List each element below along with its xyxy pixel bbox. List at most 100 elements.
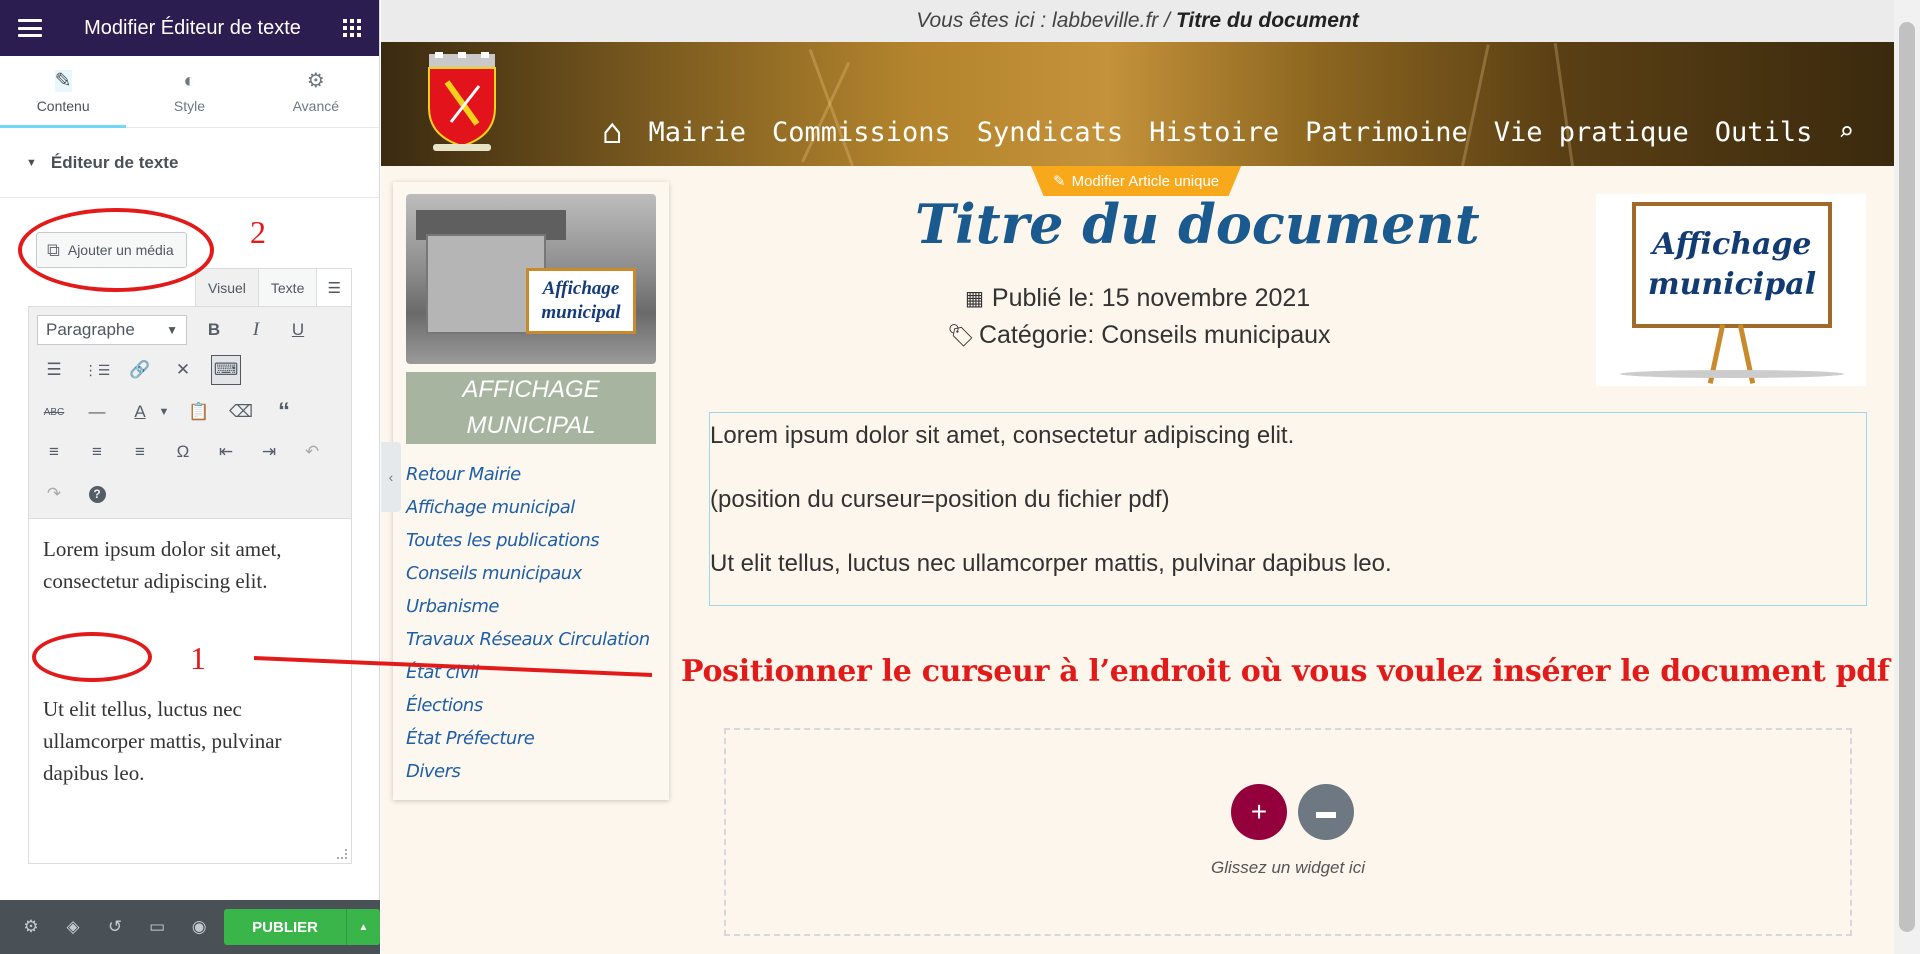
caret-down-icon: ▼ <box>26 156 37 169</box>
align-center-icon[interactable]: ≡ <box>82 437 112 467</box>
sidebar-link[interactable]: Travaux Réseaux Circulation <box>406 623 650 656</box>
bold-icon[interactable]: B <box>199 315 229 345</box>
align-left-icon[interactable]: ≡ <box>39 437 69 467</box>
sidebar-link[interactable]: Toutes les publications <box>406 524 650 557</box>
underline-icon[interactable]: U <box>283 315 313 345</box>
annotation-number-2: 2 <box>250 214 266 250</box>
settings-gear-icon[interactable]: ⚙ <box>10 917 52 937</box>
tab-visuel[interactable]: Visuel <box>195 268 259 306</box>
breadcrumb-prefix: Vous êtes ici : labbeville.fr / <box>916 9 1170 32</box>
photo-sign-line: Affichage <box>542 278 620 299</box>
sidebar-link[interactable]: Affichage municipal <box>406 491 650 524</box>
main-nav: ⌂ Mairie Commissions Syndicats Histoire … <box>602 112 1854 152</box>
tab-contenu[interactable]: ✎ Contenu <box>0 56 127 128</box>
tab-texte[interactable]: Texte <box>257 268 318 306</box>
responsive-mode-icon[interactable]: ▭ <box>136 917 178 937</box>
resize-handle-icon[interactable] <box>337 849 347 859</box>
nav-item-patrimoine[interactable]: Patrimoine <box>1305 117 1468 148</box>
panel-header: Modifier Éditeur de texte <box>0 0 379 56</box>
italic-icon[interactable]: I <box>241 315 271 345</box>
photo-sign: Affichage municipal <box>526 268 636 334</box>
calendar-icon: ▦ <box>965 288 984 310</box>
strikethrough-icon[interactable]: ABC <box>39 397 69 427</box>
editor-toolbar: Paragraphe ▼ B I U ☰ ⋮☰ 🔗 ✕ ⌨ ABC — A ▼ … <box>28 306 352 519</box>
outdent-icon[interactable]: ⇤ <box>211 437 241 467</box>
align-right-icon[interactable]: ≡ <box>125 437 155 467</box>
page-scrollbar[interactable] <box>1894 0 1920 954</box>
template-library-folder-icon[interactable]: ▬ <box>1298 784 1354 840</box>
pencil-icon: ✎ <box>54 69 72 92</box>
banner-line: MUNICIPAL <box>466 412 596 439</box>
sidebar-link[interactable]: État civil <box>406 656 650 689</box>
horizontal-rule-icon[interactable]: — <box>82 397 112 427</box>
layers-icon[interactable]: ◈ <box>52 917 94 937</box>
half-circle-icon: ◐ <box>183 69 196 92</box>
content-paragraph: (position du curseur=position du fichier… <box>710 486 1170 513</box>
nav-item-vie-pratique[interactable]: Vie pratique <box>1494 117 1689 148</box>
panel-title: Modifier Éditeur de texte <box>84 16 301 39</box>
eraser-icon[interactable]: ⌫ <box>226 397 256 427</box>
annotation-ellipse-media <box>18 208 214 292</box>
affiche-board: Affichage municipal <box>1632 202 1832 328</box>
nav-item-mairie[interactable]: Mairie <box>648 117 746 148</box>
blockquote-icon[interactable]: “ <box>269 397 299 427</box>
widget-dropzone[interactable]: + ▬ Glissez un widget ici <box>724 728 1852 936</box>
widgets-grid-icon[interactable] <box>343 19 361 37</box>
nav-item-outils[interactable]: Outils <box>1715 117 1813 148</box>
sidebar-widget: Affichage municipal AFFICHAGE MUNICIPAL … <box>393 182 669 800</box>
chevron-down-icon[interactable]: ▼ <box>149 397 179 427</box>
header-banner: ⌂ Mairie Commissions Syndicats Histoire … <box>381 42 1894 166</box>
toolbar-toggle-icon[interactable]: ⌨ <box>211 355 241 385</box>
annotation-ellipse-cursor <box>32 632 152 682</box>
editor-paragraph: Ut elit tellus, luctus nec ullamcorper m… <box>43 697 282 785</box>
annotation-number-1: 1 <box>190 640 206 676</box>
sidebar-link[interactable]: Élections <box>406 689 650 722</box>
publish-date: ▦ Publié le: 15 novembre 2021 <box>965 284 1310 313</box>
scrollbar-thumb[interactable] <box>1899 22 1915 932</box>
publish-button[interactable]: PUBLIER <box>224 909 346 945</box>
text-editor-widget[interactable]: Lorem ipsum dolor sit amet, consectetur … <box>709 412 1867 606</box>
format-select[interactable]: Paragraphe ▼ <box>37 315 187 345</box>
tags-icon: 🏷 <box>947 322 975 348</box>
page-title: Titre du document <box>915 192 1480 256</box>
instruction-annotation: Positionner le curseur à l’endroit où vo… <box>681 654 1890 689</box>
bullet-list-icon[interactable]: ☰ <box>39 355 69 385</box>
municipal-crest-logo[interactable] <box>421 52 503 152</box>
paste-text-icon[interactable]: 📋 <box>184 397 214 427</box>
section-toggle-editeur[interactable]: ▼ Éditeur de texte <box>0 128 379 198</box>
breadcrumb-current: Titre du document <box>1175 9 1359 32</box>
nav-item-histoire[interactable]: Histoire <box>1149 117 1279 148</box>
sidebar-link[interactable]: Conseils municipaux <box>406 557 650 590</box>
preview-eye-icon[interactable]: ◉ <box>178 917 220 937</box>
sidebar-link[interactable]: Retour Mairie <box>406 458 650 491</box>
home-icon[interactable]: ⌂ <box>602 112 622 152</box>
sidebar-link[interactable]: État Préfecture <box>406 722 650 755</box>
content-paragraph: Ut elit tellus, luctus nec ullamcorper m… <box>710 550 1392 577</box>
tab-avance[interactable]: ⚙ Avancé <box>253 56 379 127</box>
chevron-left-icon: ‹ <box>388 469 394 485</box>
undo-icon[interactable]: ↶ <box>297 437 327 467</box>
link-icon[interactable]: 🔗 <box>125 355 155 385</box>
tab-style[interactable]: ◐ Style <box>126 56 252 127</box>
indent-icon[interactable]: ⇥ <box>254 437 284 467</box>
special-character-icon[interactable]: Ω <box>168 437 198 467</box>
category-text: Catégorie: Conseils municipaux <box>978 321 1331 349</box>
sidebar-link[interactable]: Divers <box>406 755 650 788</box>
publish-options-caret-icon[interactable]: ▲ <box>346 909 380 945</box>
nav-item-syndicats[interactable]: Syndicats <box>977 117 1123 148</box>
wysiwyg-editor[interactable]: Lorem ipsum dolor sit amet, consectetur … <box>28 519 352 864</box>
redo-icon[interactable]: ↷ <box>39 479 69 509</box>
numbered-list-icon[interactable]: ⋮☰ <box>82 355 112 385</box>
history-icon[interactable]: ↺ <box>94 917 136 937</box>
nav-item-commissions[interactable]: Commissions <box>772 117 951 148</box>
section-title: Éditeur de texte <box>50 152 179 172</box>
add-widget-button[interactable]: + <box>1231 784 1287 840</box>
database-icon[interactable]: ☰ <box>316 268 353 306</box>
collapse-panel-handle[interactable]: ‹ <box>381 442 401 512</box>
search-icon[interactable]: ⌕ <box>1838 117 1854 147</box>
hamburger-menu-icon[interactable] <box>18 19 42 37</box>
fullscreen-icon[interactable]: ✕ <box>168 355 198 385</box>
pencil-icon: ✎ <box>1053 173 1066 190</box>
help-icon[interactable]: ? <box>82 479 112 509</box>
sidebar-link[interactable]: Urbanisme <box>406 590 650 623</box>
